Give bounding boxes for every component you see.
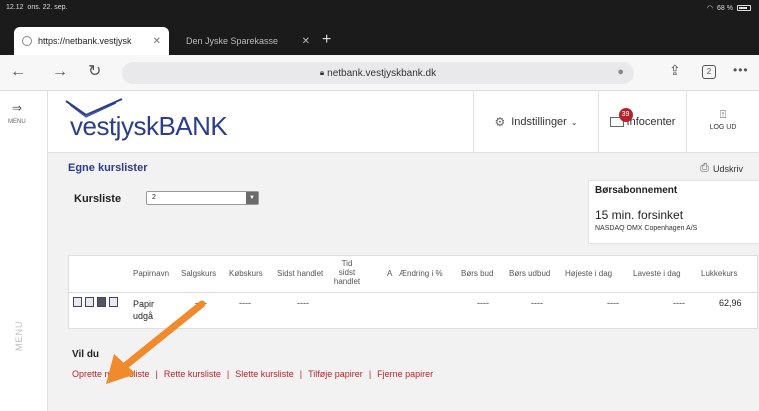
logout-icon: ⍐ bbox=[719, 109, 727, 121]
back-button[interactable]: ← bbox=[10, 63, 26, 81]
link-slette-kursliste[interactable]: Slette kursliste bbox=[235, 369, 294, 379]
col-salgskurs[interactable]: Salgskurs bbox=[181, 269, 216, 278]
col-bors-udbud[interactable]: Børs udbud bbox=[509, 269, 550, 278]
col-aendring[interactable]: Ændring i % bbox=[399, 269, 443, 278]
side-menu: ⇒ MENU MENU bbox=[0, 91, 48, 411]
forward-button[interactable]: → bbox=[52, 63, 68, 81]
kursliste-label: Kursliste bbox=[74, 193, 122, 205]
col-papirnavn[interactable]: Papirnavn bbox=[133, 269, 169, 278]
more-icon[interactable]: ••• bbox=[733, 63, 749, 77]
printer-icon: ⎙ bbox=[700, 162, 709, 174]
settings-menu[interactable]: ⚙ Indstillinger ⌄ bbox=[473, 91, 598, 153]
cell-laveste: ---- bbox=[673, 298, 685, 308]
reload-button[interactable]: ↻ bbox=[88, 63, 101, 81]
battery-icon bbox=[737, 5, 751, 11]
cell-lukkekurs: 62,96 bbox=[719, 298, 742, 308]
col-sidst-handlet[interactable]: Sidst handlet bbox=[277, 269, 323, 278]
menu-toggle-icon[interactable]: ⇒ bbox=[12, 101, 22, 115]
table-header: Papirnavn Salgskurs Købskurs Sidst handl… bbox=[68, 255, 758, 293]
envelope-icon: 39 bbox=[609, 108, 633, 127]
tab-title: Den Jyske Sparekasse bbox=[186, 36, 279, 46]
col-tid-sidst-handlet[interactable]: Tid sidst handlet bbox=[333, 259, 361, 286]
cell-bors-bud: ---- bbox=[477, 298, 489, 308]
bank-logo[interactable]: vestjyskBANK bbox=[62, 97, 252, 145]
tab-jyske-sparekasse[interactable]: Den Jyske Sparekasse ✕ bbox=[178, 27, 318, 55]
bors-delay: 15 min. forsinket bbox=[595, 208, 684, 222]
new-tab-button[interactable]: + bbox=[322, 30, 331, 50]
document-icon[interactable] bbox=[73, 297, 82, 307]
bors-heading: Børsabonnement bbox=[595, 185, 678, 196]
close-tab-icon[interactable]: ✕ bbox=[302, 36, 310, 47]
status-time: 12.12 ons. 22. sep. bbox=[6, 4, 68, 11]
document-icon[interactable] bbox=[85, 297, 94, 307]
annotation-arrow-icon bbox=[106, 300, 206, 384]
address-bar-row: ← → ↻ 🔒︎ netbank.vestjyskbank.dk ● ⇪ 2 •… bbox=[0, 55, 759, 91]
menu-label[interactable]: MENU bbox=[8, 119, 26, 125]
cell-bors-udbud: ---- bbox=[531, 298, 543, 308]
col-lukkekurs[interactable]: Lukkekurs bbox=[701, 269, 737, 278]
battery-percent: 68 % bbox=[717, 4, 733, 12]
globe-icon bbox=[22, 36, 32, 46]
cell-hojeste: ---- bbox=[607, 298, 619, 308]
gear-icon: ⚙ bbox=[494, 115, 506, 129]
tab-title: https://netbank.vestjysk bbox=[38, 36, 132, 46]
chevron-down-icon: ⌄ bbox=[570, 117, 578, 127]
status-indicators: ◠ 68 % bbox=[707, 4, 751, 12]
cell-kobskurs: ---- bbox=[239, 298, 251, 308]
page-title: Egne kurslister bbox=[68, 162, 148, 174]
logout-button[interactable]: ⍐ LOG UD bbox=[686, 91, 759, 153]
tab-netbank[interactable]: https://netbank.vestjysk ✕ bbox=[14, 27, 169, 55]
link-tilfoje-papirer[interactable]: Tilføje papirer bbox=[308, 369, 363, 379]
dropdown-arrow-icon: ▼ bbox=[246, 192, 258, 204]
notification-badge: 39 bbox=[618, 108, 633, 122]
url-field[interactable]: 🔒︎ netbank.vestjyskbank.dk ● bbox=[122, 62, 634, 84]
microphone-icon[interactable]: ● bbox=[617, 66, 624, 78]
infocenter-button[interactable]: 39 Infocenter bbox=[598, 91, 686, 153]
col-a[interactable]: A bbox=[387, 269, 392, 278]
cell-sidst-handlet: ---- bbox=[297, 298, 309, 308]
bors-subscription-box: Børsabonnement 15 min. forsinket NASDAQ … bbox=[588, 180, 759, 244]
share-icon[interactable]: ⇪ bbox=[669, 62, 681, 79]
col-laveste[interactable]: Laveste i dag bbox=[633, 269, 681, 278]
vertical-menu-label[interactable]: MENU bbox=[14, 321, 24, 352]
link-fjerne-papirer[interactable]: Fjerne papirer bbox=[377, 369, 433, 379]
actions-heading: Vil du bbox=[72, 349, 100, 360]
close-tab-icon[interactable]: ✕ bbox=[153, 36, 161, 47]
browser-top-bar: 12.12 ons. 22. sep. ◠ 68 % https://netba… bbox=[0, 0, 759, 55]
col-bors-bud[interactable]: Børs bud bbox=[461, 269, 493, 278]
col-hojeste[interactable]: Højeste i dag bbox=[565, 269, 612, 278]
bank-header: vestjyskBANK ⚙ Indstillinger ⌄ 39 Infoce… bbox=[48, 91, 759, 153]
lock-icon: 🔒︎ bbox=[319, 68, 325, 77]
print-button[interactable]: ⎙ Udskriv bbox=[700, 162, 743, 175]
wifi-icon: ◠ bbox=[706, 5, 714, 12]
kursliste-select[interactable]: 2 ▼ bbox=[146, 191, 259, 205]
bors-source: NASDAQ OMX Copenhagen A/S bbox=[595, 225, 698, 232]
col-kobskurs[interactable]: Købskurs bbox=[229, 269, 263, 278]
tab-count-button[interactable]: 2 bbox=[702, 65, 716, 79]
